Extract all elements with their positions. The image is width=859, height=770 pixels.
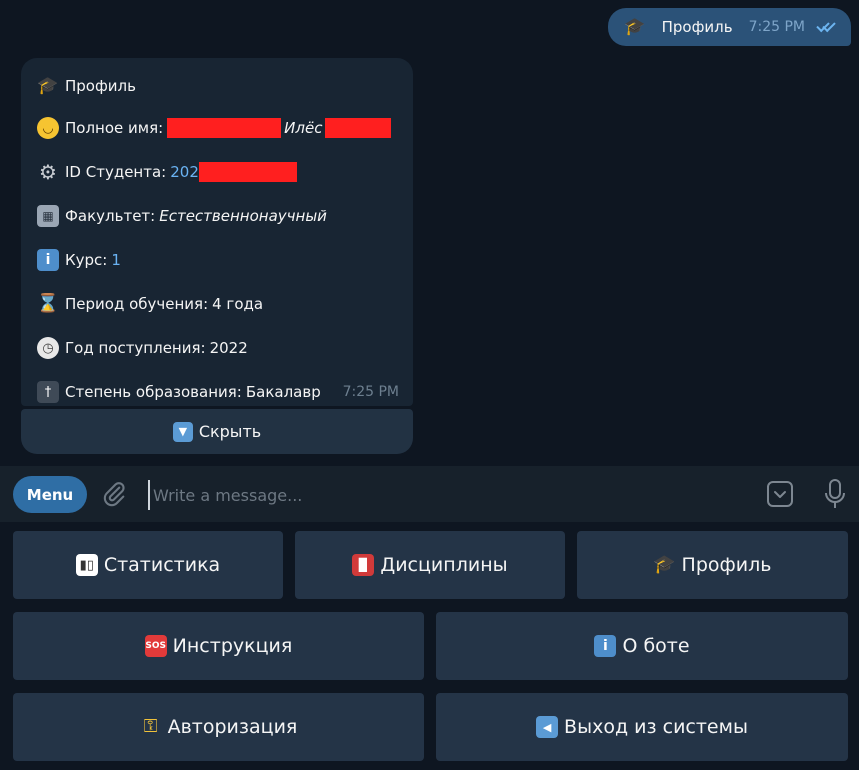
instructions-label: Инструкция [172,635,293,657]
student-id-label: ID Студента: [65,163,167,181]
instructions-button[interactable]: SOS Инструкция [13,612,424,680]
office-building-icon: ▦ [37,205,59,227]
profile-message: 🎓 Профиль ◡ Полное имя: Илёс ⚙ ID Студен… [21,58,413,406]
profile-title-line: 🎓 Профиль [37,66,397,106]
gear-icon: ⚙ [39,160,57,184]
year-value: 2022 [209,339,248,357]
redacted-block [198,162,297,182]
statistics-label: Статистика [103,554,221,576]
clock-icon: ◷ [37,337,59,359]
message-input[interactable] [148,480,755,510]
full-name-label: Полное имя: [65,119,164,137]
student-id-value[interactable]: 202 [170,163,199,181]
period-line: ⌛ Период обучения: 4 года [37,282,397,326]
year-line: ◷ Год поступления: 2022 [37,326,397,370]
info-icon: i [37,249,59,271]
faculty-value: Естественнонаучный [159,207,327,225]
course-label: Курс: [65,251,108,269]
reply-keyboard: ▮▯ Статистика ▉ Дисциплины 🎓 Профиль SOS… [0,522,859,770]
period-value: 4 года [212,295,264,313]
down-triangle-icon: ▼ [172,421,193,442]
bot-keyboard-toggle-icon[interactable] [766,480,794,508]
bar-chart-icon: ▮▯ [75,554,98,576]
logout-button[interactable]: ◀ Выход из системы [436,693,848,761]
outgoing-message-time: 7:25 PM [748,19,805,35]
about-bot-button[interactable]: i О боте [436,612,848,680]
full-name-line: ◡ Полное имя: Илёс [37,106,397,150]
course-line: i Курс: 1 [37,238,397,282]
sos-icon: SOS [144,635,167,657]
back-arrow-icon: ◀ [536,716,559,738]
profile-title: Профиль [65,77,136,95]
period-label: Период обучения: [65,295,209,313]
disciplines-label: Дисциплины [380,554,508,576]
graduation-cap-icon: 🎓 [37,75,59,96]
graduation-cap-icon: 🎓 [653,554,676,575]
chat-area: 🎓 Профиль 7:25 PM 🎓 Профиль ◡ Полное имя… [0,0,859,466]
microphone-icon[interactable] [822,478,848,510]
disciplines-button[interactable]: ▉ Дисциплины [295,531,565,599]
smiley-icon: ◡ [37,117,59,139]
hide-button[interactable]: ▼ Скрыть [21,409,413,454]
faculty-label: Факультет: [65,207,156,225]
authorization-label: Авторизация [167,716,298,738]
year-label: Год поступления: [65,339,206,357]
full-name-value: Илёс [284,119,323,137]
course-value[interactable]: 1 [111,251,121,269]
graduation-cap-icon: 🎓 [624,16,646,37]
about-bot-label: О боте [622,635,690,657]
authorization-button[interactable]: ⚿ Авторизация [13,693,424,761]
book-icon: ▉ [352,554,375,576]
profile-message-time: 7:25 PM [342,384,399,400]
outgoing-message-text: Профиль [661,18,733,36]
hourglass-icon: ⌛ [36,293,60,314]
hide-button-label: Скрыть [198,422,262,441]
degree-label: Степень образования: [65,383,242,401]
statistics-button[interactable]: ▮▯ Статистика [13,531,283,599]
message-composer: Menu [0,466,859,522]
menu-button[interactable]: Menu [13,476,87,513]
profile-label: Профиль [681,554,772,576]
outgoing-message: 🎓 Профиль 7:25 PM [607,8,851,46]
candle-icon: † [37,381,59,403]
degree-value: Бакалавр [245,383,321,401]
faculty-line: ▦ Факультет: Естественнонаучный [37,194,397,238]
logout-label: Выход из системы [564,716,748,738]
info-icon: i [594,635,617,657]
paperclip-icon[interactable] [100,480,128,508]
key-icon: ⚿ [143,716,158,737]
profile-button[interactable]: 🎓 Профиль [577,531,848,599]
student-id-line: ⚙ ID Студента: 202 [37,150,397,194]
double-check-icon [815,18,837,34]
redacted-block [325,118,392,138]
redacted-block [167,118,282,138]
